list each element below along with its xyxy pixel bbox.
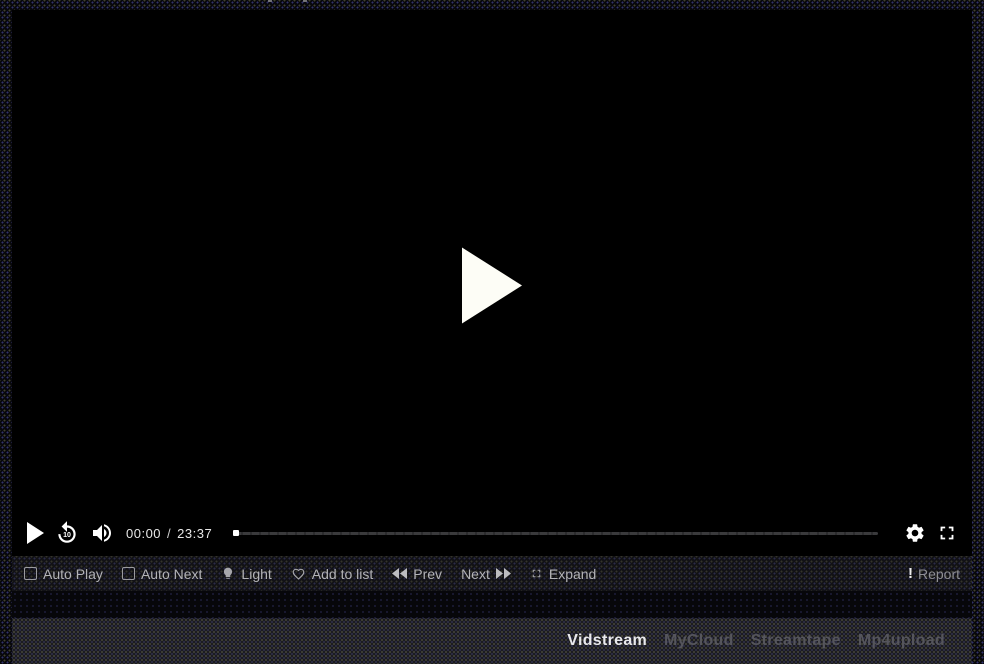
volume-button[interactable] <box>90 521 114 545</box>
big-play-button[interactable] <box>461 247 523 330</box>
player-control-bar: 10 00:00 / 23:37 <box>12 510 972 556</box>
seek-handle[interactable] <box>233 530 239 536</box>
prev-label: Prev <box>413 566 442 582</box>
seek-bar[interactable] <box>234 532 878 535</box>
spacer-band <box>12 591 972 618</box>
current-time: 00:00 <box>126 526 161 541</box>
lightbulb-icon <box>221 566 235 581</box>
autonext-label: Auto Next <box>141 566 202 582</box>
rewind-10-button[interactable]: 10 <box>54 520 80 546</box>
clipped-title-fragment <box>268 0 272 2</box>
play-button[interactable] <box>26 522 44 544</box>
settings-button[interactable] <box>904 522 926 544</box>
heart-icon <box>291 567 306 581</box>
light-toggle[interactable]: Light <box>221 566 271 582</box>
report-exclamation-icon: ! <box>908 566 913 581</box>
play-triangle-icon <box>461 247 523 325</box>
autonext-toggle[interactable]: Auto Next <box>122 566 202 582</box>
server-tab-mp4upload[interactable]: Mp4upload <box>858 632 945 650</box>
rewind-seconds-label: 10 <box>63 532 71 539</box>
expand-label: Expand <box>549 566 596 582</box>
play-icon <box>26 522 44 544</box>
time-display: 00:00 / 23:37 <box>126 526 212 541</box>
server-tab-streamtape[interactable]: Streamtape <box>751 632 841 650</box>
expand-icon <box>530 567 543 580</box>
next-icon <box>496 568 511 579</box>
report-label: Report <box>918 566 960 582</box>
time-separator: / <box>167 526 171 541</box>
duration: 23:37 <box>177 526 212 541</box>
server-select-bar: Vidstream MyCloud Streamtape Mp4upload <box>12 618 972 664</box>
autonext-checkbox[interactable] <box>122 567 135 580</box>
add-to-list-button[interactable]: Add to list <box>291 566 373 582</box>
expand-button[interactable]: Expand <box>530 566 596 582</box>
server-tab-mycloud[interactable]: MyCloud <box>664 632 734 650</box>
fullscreen-icon <box>936 522 958 544</box>
autoplay-checkbox[interactable] <box>24 567 37 580</box>
autoplay-label: Auto Play <box>43 566 103 582</box>
video-player[interactable]: 10 00:00 / 23:37 <box>12 10 972 556</box>
fullscreen-button[interactable] <box>936 522 958 544</box>
rewind-10-icon: 10 <box>54 520 80 546</box>
gear-icon <box>904 522 926 544</box>
prev-icon <box>392 568 407 579</box>
report-button[interactable]: ! Report <box>908 566 960 582</box>
prev-episode-button[interactable]: Prev <box>392 566 442 582</box>
light-label: Light <box>241 566 271 582</box>
add-to-list-label: Add to list <box>312 566 373 582</box>
volume-icon <box>90 521 114 545</box>
next-label: Next <box>461 566 490 582</box>
player-toolbar: Auto Play Auto Next Light Add to list Pr… <box>12 556 972 591</box>
page: { "player": { "time_current": "00:00", "… <box>0 0 984 664</box>
autoplay-toggle[interactable]: Auto Play <box>24 566 103 582</box>
clipped-title-fragment <box>303 0 307 2</box>
next-episode-button[interactable]: Next <box>461 566 511 582</box>
server-tab-vidstream[interactable]: Vidstream <box>567 632 647 650</box>
